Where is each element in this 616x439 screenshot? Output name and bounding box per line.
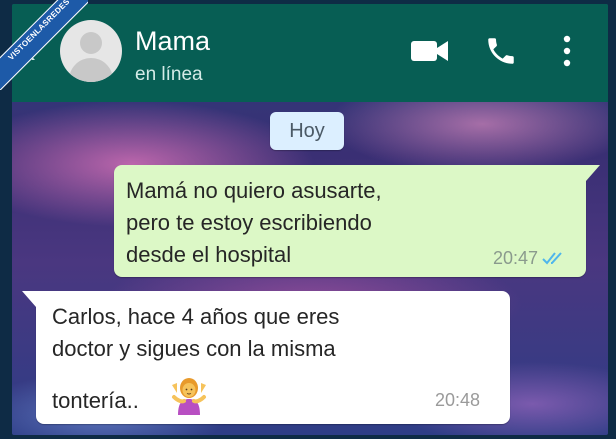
- outgoing-message-time: 20:47: [492, 248, 538, 268]
- incoming-message-text-end: tontería..: [52, 388, 139, 413]
- phone-icon[interactable]: [484, 34, 518, 68]
- watermark-logo: VISTOENLASREDES: [0, 0, 88, 90]
- screenshot-frame: ‹ Mama en línea Hoy Mamá no quiero as: [0, 0, 616, 439]
- chat-header: ‹ Mama en línea: [12, 4, 608, 102]
- more-options-icon[interactable]: [560, 34, 574, 68]
- contact-status: en línea: [135, 64, 203, 85]
- person-shrugging-emoji: [172, 378, 206, 415]
- incoming-message-text: Carlos, hace 4 años que eres doctor y si…: [52, 304, 340, 361]
- watermark-band: [0, 0, 88, 90]
- outgoing-message-text: Mamá no quiero asusarte, pero te estoy e…: [126, 178, 382, 267]
- outgoing-message[interactable]: Mamá no quiero asusarte, pero te estoy e…: [114, 165, 600, 277]
- chat-screen: ‹ Mama en línea Hoy Mamá no quiero as: [12, 4, 608, 435]
- incoming-message-time: 20:48: [434, 390, 480, 410]
- contact-name[interactable]: Mama: [135, 26, 210, 57]
- date-separator: Hoy: [270, 112, 344, 150]
- read-receipt-icon: [542, 252, 562, 265]
- incoming-message[interactable]: Carlos, hace 4 años que eres doctor y si…: [22, 291, 510, 424]
- video-call-icon[interactable]: [410, 36, 450, 66]
